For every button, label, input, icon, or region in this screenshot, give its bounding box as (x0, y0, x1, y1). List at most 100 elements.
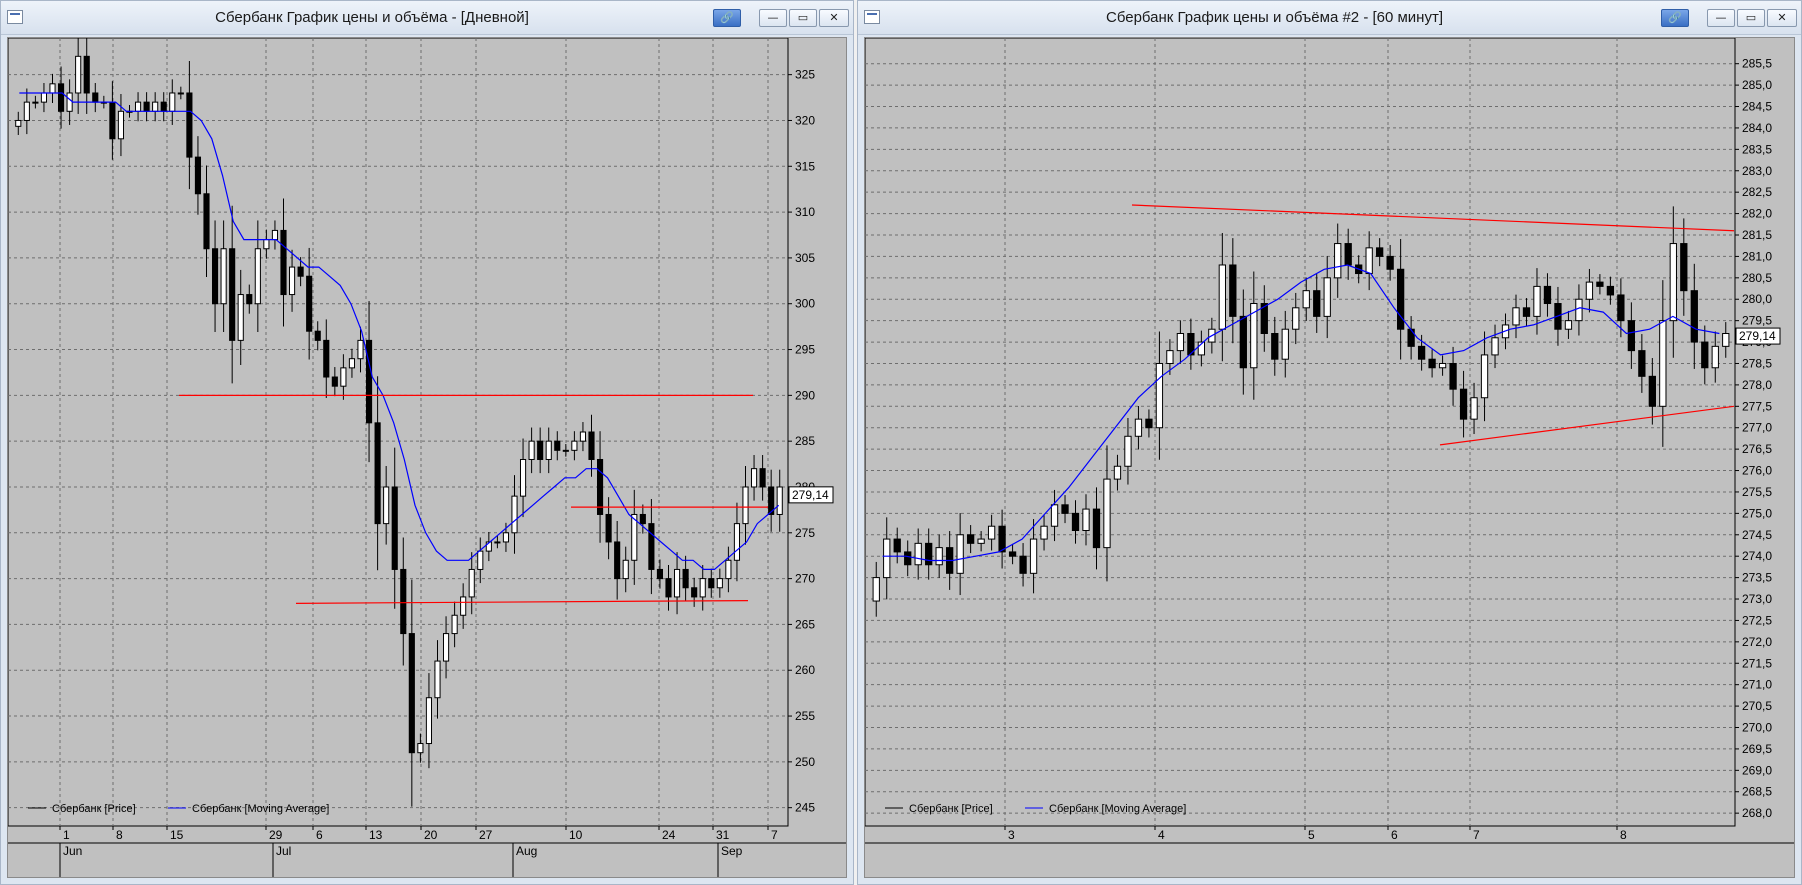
candle-body (519, 458, 527, 497)
restore-button[interactable]: ▭ (1737, 9, 1765, 27)
window-icon[interactable] (7, 10, 23, 24)
candle-body (348, 358, 356, 369)
candle-body (1166, 350, 1174, 364)
y-tick-label: 285,0 (1742, 78, 1772, 92)
y-tick-label: 273,0 (1742, 592, 1772, 606)
candle-body (511, 495, 518, 534)
y-tick-label: 274,5 (1742, 528, 1772, 542)
candle-body (1008, 551, 1017, 557)
x-tick-label: 8 (1620, 828, 1627, 842)
candle-body (1438, 362, 1447, 369)
candle-body (117, 110, 125, 140)
candle-body (169, 92, 176, 112)
candle-body (750, 468, 758, 488)
x-tick-label: 4 (1158, 828, 1165, 842)
candle-body (966, 534, 975, 544)
x-tick-label: 24 (662, 828, 676, 842)
candle-body (914, 542, 922, 566)
candle-body (1680, 243, 1688, 292)
candle-body (639, 513, 646, 525)
price-chart[interactable]: 285,5 285,0 284,5 284,0 283,5 283,0 282,5 282,0… (865, 38, 1795, 878)
x-tick-label: 27 (479, 828, 493, 842)
link-icon[interactable]: 🔗 (1661, 9, 1689, 27)
candle-body (935, 547, 943, 566)
candle-body (716, 578, 723, 589)
last-price-label: 279,14 (792, 488, 829, 502)
candle-body (691, 587, 698, 598)
candle-body (545, 440, 552, 460)
candle-body (1334, 243, 1342, 279)
candle-body (477, 550, 484, 570)
minimize-button[interactable]: — (759, 9, 787, 27)
title-bar[interactable]: Сбербанк График цены и объёма #2 - [60 м… (858, 1, 1801, 35)
candle-body (759, 468, 766, 488)
candle-body (1575, 298, 1583, 322)
candle-body (263, 239, 270, 250)
candle-body (391, 486, 398, 570)
candle-body (1281, 328, 1289, 360)
candle-body (254, 248, 261, 305)
candle-body (280, 229, 287, 296)
candle-body (1627, 320, 1636, 352)
price-chart[interactable]: 3253203153103053002952902852802752702652… (8, 38, 847, 878)
y-tick-label: 270,0 (1742, 721, 1772, 735)
candle-body (314, 330, 321, 341)
candle-body (1145, 418, 1153, 429)
y-tick-label: 272,0 (1742, 635, 1772, 649)
candle-body (579, 431, 587, 442)
candle-body (186, 92, 193, 158)
y-tick-label: 269,5 (1742, 742, 1772, 756)
window-icon[interactable] (864, 10, 880, 24)
daily-chart-window: Сбербанк График цены и объёма - [Дневной… (0, 0, 854, 885)
candle-body (1659, 320, 1667, 407)
y-tick-label: 295 (795, 343, 815, 357)
candle-body (417, 743, 424, 754)
chart-area[interactable]: 285,5 285,0 284,5 284,0 283,5 283,0 282,5 282,0… (864, 37, 1795, 878)
y-tick-label: 277,5 (1742, 399, 1772, 413)
candle-body (425, 697, 433, 745)
candle-body (1690, 290, 1698, 343)
candle-body (656, 568, 664, 580)
candle-body (237, 294, 244, 341)
y-tick-label: 278,5 (1742, 356, 1772, 370)
candle-body (1019, 555, 1027, 574)
chart-area[interactable]: 3253203153103053002952902852802752702652… (7, 37, 847, 878)
legend-price-label: Сбербанк [Price] (52, 803, 136, 815)
minimize-button[interactable]: — (1707, 9, 1735, 27)
candle-body (494, 541, 501, 544)
candle-body (1344, 243, 1352, 266)
y-tick-label: 265 (795, 617, 815, 631)
close-button[interactable]: ✕ (1767, 9, 1797, 27)
candle-body (1071, 512, 1080, 532)
candle-body (49, 83, 56, 94)
candle-body (434, 660, 441, 699)
candle-body (1638, 350, 1646, 377)
candle-body (562, 449, 569, 452)
candle-body (271, 229, 279, 241)
candle-body (1113, 465, 1122, 480)
candle-body (75, 55, 82, 94)
candle-body (1711, 345, 1719, 369)
close-button[interactable]: ✕ (819, 9, 849, 27)
candle-body (1302, 290, 1310, 309)
candle-body (1522, 307, 1531, 317)
y-tick-label: 290 (795, 388, 815, 402)
candle-body (1134, 418, 1143, 437)
candle-body (605, 513, 612, 543)
title-bar[interactable]: Сбербанк График цены и объёма - [Дневной… (1, 1, 853, 35)
y-tick-label: 274,0 (1742, 549, 1772, 563)
restore-button[interactable]: ▭ (789, 9, 817, 27)
y-tick-label: 268,5 (1742, 785, 1772, 799)
candle-body (1701, 341, 1709, 369)
candle-body (177, 92, 184, 95)
link-icon[interactable]: 🔗 (713, 9, 741, 27)
y-tick-label: 285,5 (1742, 57, 1772, 71)
month-label: Aug (516, 844, 537, 858)
x-tick-label: 31 (716, 828, 730, 842)
y-tick-label: 325 (795, 68, 815, 82)
x-tick-label: 13 (369, 828, 383, 842)
candle-body (1617, 294, 1625, 322)
candle-body (306, 275, 313, 332)
candle-body (883, 538, 891, 579)
y-tick-label: 280,5 (1742, 271, 1772, 285)
